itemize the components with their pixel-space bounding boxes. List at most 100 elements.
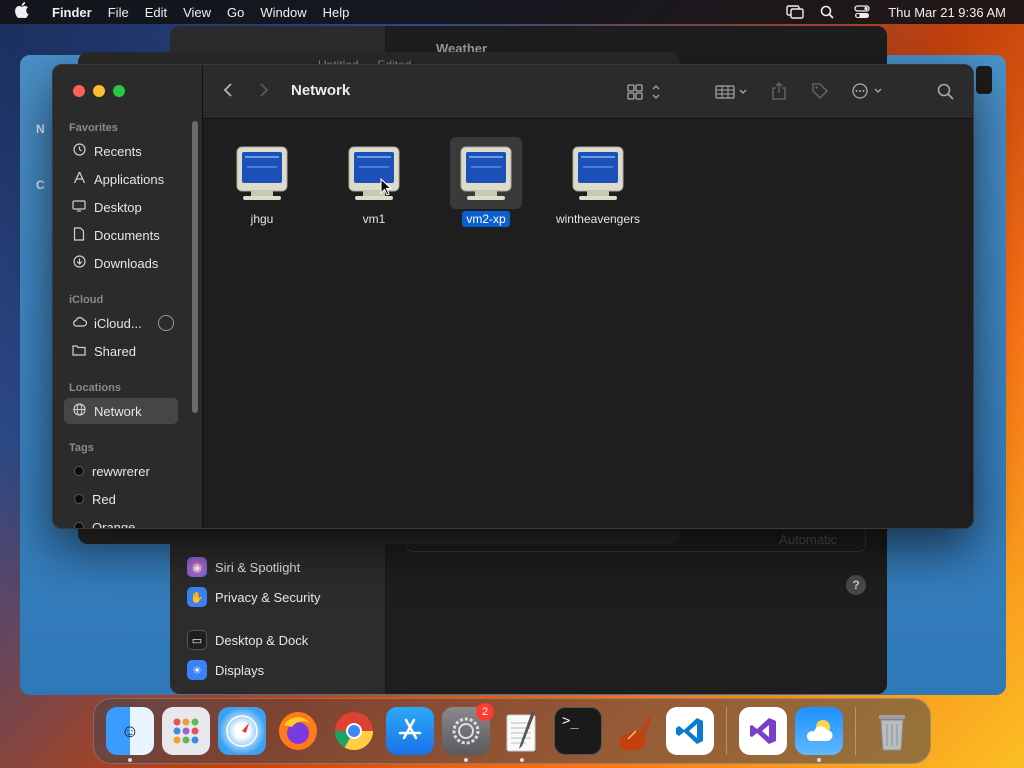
settings-item-label: Privacy & Security bbox=[215, 589, 321, 605]
network-computer-wintheavengers[interactable]: wintheavengers bbox=[548, 137, 648, 227]
sidebar-item-documents[interactable]: Documents bbox=[64, 222, 178, 248]
spotlight-search-icon[interactable] bbox=[820, 5, 836, 19]
apple-menu-icon[interactable] bbox=[0, 2, 44, 22]
sidebar-item-label: Desktop bbox=[94, 199, 142, 215]
menu-view[interactable]: View bbox=[175, 5, 219, 20]
finder-content[interactable]: jhgu vm1 vm2-xp wintheavengers bbox=[203, 119, 973, 528]
sidebar-item-desktop[interactable]: Desktop bbox=[64, 194, 178, 220]
sidebar-tag-rewwrerer[interactable]: rewwrerer bbox=[64, 458, 178, 484]
sidebar-item-downloads[interactable]: Downloads bbox=[64, 250, 178, 276]
dock-vscode[interactable] bbox=[666, 707, 714, 755]
window-controls bbox=[73, 85, 125, 97]
dock-app-store[interactable] bbox=[386, 707, 434, 755]
dock-textedit[interactable] bbox=[498, 707, 546, 762]
sidebar-item-applications[interactable]: Applications bbox=[64, 166, 178, 192]
dock-launchpad[interactable] bbox=[162, 707, 210, 755]
desktop-dock-icon: ▭ bbox=[187, 630, 207, 650]
settings-item-label: Displays bbox=[215, 662, 265, 678]
sidebar-item-network[interactable]: Network bbox=[64, 398, 178, 424]
minimize-button[interactable] bbox=[93, 85, 105, 97]
settings-item-siri[interactable]: ◉ Siri & Spotlight bbox=[187, 554, 300, 580]
sidebar-tag-red[interactable]: Red bbox=[64, 486, 178, 512]
running-indicator bbox=[464, 758, 468, 762]
tag-dot-icon bbox=[74, 466, 84, 476]
settings-item-desktop-dock[interactable]: ▭ Desktop & Dock bbox=[187, 627, 308, 653]
document-icon bbox=[72, 226, 86, 244]
sidebar-tag-orange[interactable]: Orange bbox=[64, 514, 178, 528]
menu-app-name[interactable]: Finder bbox=[44, 5, 100, 20]
terminal-icon: >_ bbox=[562, 713, 579, 729]
sidebar-item-icloud-drive[interactable]: iCloud... bbox=[64, 310, 184, 336]
back-button[interactable] bbox=[223, 82, 233, 98]
network-computer-vm2-xp[interactable]: vm2-xp bbox=[436, 137, 536, 227]
visual-studio-icon bbox=[750, 718, 776, 744]
launchpad-icon bbox=[173, 718, 199, 744]
dock-terminal[interactable]: >_ bbox=[554, 707, 602, 755]
vscode-icon bbox=[676, 718, 703, 744]
search-icon bbox=[937, 83, 954, 100]
chrome-icon bbox=[334, 712, 374, 751]
sidebar-section-tags: Tags bbox=[69, 442, 94, 454]
hand-icon: ✋ bbox=[187, 587, 207, 607]
chevron-left-icon bbox=[223, 83, 232, 97]
share-button[interactable] bbox=[771, 82, 787, 100]
safari-icon bbox=[226, 715, 258, 747]
help-button[interactable]: ? bbox=[846, 575, 866, 595]
sidebar-scrollbar[interactable] bbox=[192, 121, 198, 413]
dock-trash[interactable] bbox=[868, 707, 916, 755]
sidebar-item-label: Applications bbox=[94, 171, 165, 187]
settings-item-label: Siri & Spotlight bbox=[215, 559, 301, 575]
dock-firefox[interactable] bbox=[274, 707, 322, 755]
group-button[interactable] bbox=[715, 84, 751, 100]
more-actions-button[interactable] bbox=[851, 83, 885, 99]
settings-item-displays[interactable]: ☀ Displays bbox=[187, 657, 264, 683]
screen-mirroring-icon[interactable] bbox=[786, 5, 804, 19]
sidebar-section-icloud: iCloud bbox=[69, 294, 104, 306]
dock-weather[interactable] bbox=[795, 707, 843, 762]
dock-visual-studio[interactable] bbox=[739, 707, 787, 755]
sidebar-item-label: Red bbox=[92, 491, 116, 507]
dock-garageband[interactable] bbox=[610, 707, 658, 755]
menu-window[interactable]: Window bbox=[252, 5, 314, 20]
menu-edit[interactable]: Edit bbox=[137, 5, 175, 20]
computer-monitor-icon bbox=[562, 137, 634, 209]
menu-go[interactable]: Go bbox=[219, 5, 252, 20]
network-computer-jhgu[interactable]: jhgu bbox=[212, 137, 312, 227]
dock-safari[interactable] bbox=[218, 707, 266, 755]
trash-icon bbox=[879, 715, 905, 751]
finder-window[interactable]: Favorites Recents Applications Desktop D… bbox=[52, 64, 974, 529]
running-indicator bbox=[128, 758, 132, 762]
finder-toolbar: Network bbox=[203, 65, 973, 119]
menubar-clock[interactable]: Thu Mar 21 9:36 AM bbox=[888, 5, 1006, 20]
dock: ☺ 2 >_ bbox=[93, 698, 931, 764]
tag-dot-icon bbox=[74, 522, 84, 528]
forward-button[interactable] bbox=[259, 82, 269, 98]
menu-help[interactable]: Help bbox=[315, 5, 358, 20]
network-computer-vm1[interactable]: vm1 bbox=[324, 137, 424, 227]
menu-file[interactable]: File bbox=[100, 5, 137, 20]
dock-finder[interactable]: ☺ bbox=[106, 707, 154, 762]
share-icon bbox=[772, 82, 786, 100]
view-mode-button[interactable] bbox=[627, 84, 663, 100]
sidebar-section-locations: Locations bbox=[69, 382, 121, 394]
desktop-icon bbox=[72, 199, 86, 215]
shared-folder-icon bbox=[72, 344, 86, 359]
dock-system-settings[interactable]: 2 bbox=[442, 703, 494, 762]
download-icon bbox=[72, 255, 86, 271]
tag-button[interactable] bbox=[811, 82, 829, 100]
sidebar-item-label: Downloads bbox=[94, 255, 159, 271]
sidebar-item-shared[interactable]: Shared bbox=[64, 338, 178, 364]
zoom-button[interactable] bbox=[113, 85, 125, 97]
close-button[interactable] bbox=[73, 85, 85, 97]
control-center-icon[interactable] bbox=[854, 5, 870, 19]
finder-sidebar: Favorites Recents Applications Desktop D… bbox=[53, 65, 203, 528]
weather-window-edge bbox=[976, 66, 992, 94]
settings-item-privacy[interactable]: ✋ Privacy & Security bbox=[187, 584, 320, 610]
network-item-label: vm1 bbox=[362, 212, 386, 226]
search-button[interactable] bbox=[937, 83, 954, 100]
dock-separator bbox=[726, 707, 727, 755]
dock-chrome[interactable] bbox=[330, 707, 378, 755]
sidebar-item-recents[interactable]: Recents bbox=[64, 138, 178, 164]
sidebar-item-label: Recents bbox=[94, 143, 142, 159]
sidebar-item-label: iCloud... bbox=[94, 315, 142, 331]
